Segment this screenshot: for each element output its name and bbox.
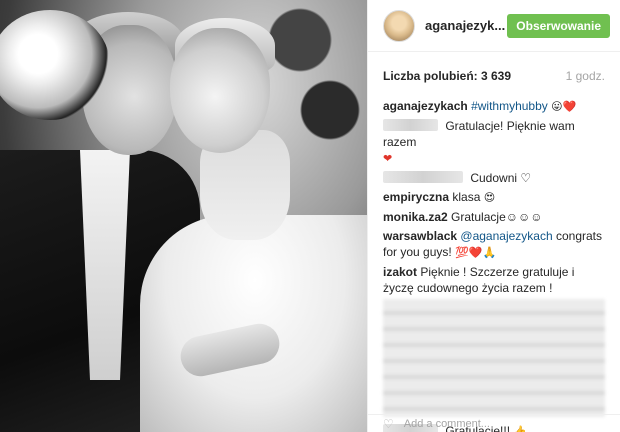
- post-header: aganajezyk... Obserwowanie: [368, 0, 620, 52]
- caption-hashtag[interactable]: #withmyhubby: [471, 99, 548, 113]
- post-stats: Liczba polubień: 3 639 1 godz.: [368, 52, 620, 93]
- avatar[interactable]: [383, 9, 415, 42]
- header-username[interactable]: aganajezyk...: [425, 18, 507, 33]
- comment-list: aganajezykach #withmyhubby 😛❤️ Gratulacj…: [368, 93, 620, 432]
- blurred-username: [383, 119, 438, 131]
- list-item: izakot Pięknie ! Szczerze gratuluje i ży…: [383, 264, 605, 296]
- follow-button[interactable]: Obserwowanie: [507, 13, 610, 38]
- comment-username[interactable]: izakot: [383, 265, 417, 279]
- like-count[interactable]: Liczba polubień: 3 639: [383, 69, 511, 83]
- comment-bar: ♡ Add a comment...: [368, 414, 620, 432]
- caption: aganajezykach #withmyhubby 😛❤️: [383, 98, 605, 115]
- comment-username[interactable]: empiryczna: [383, 190, 449, 204]
- list-item: warsawblack @aganajezykach congrats for …: [383, 228, 605, 261]
- heart-emoji: ❤: [383, 152, 393, 165]
- post-photo[interactable]: [0, 0, 367, 432]
- post-sidebar: aganajezyk... Obserwowanie Liczba polubi…: [367, 0, 620, 432]
- comment-text: Gratulacje☺☺☺: [451, 210, 543, 224]
- hundred-heart-pray-emoji: 💯❤️🙏: [455, 246, 497, 259]
- caption-username[interactable]: aganajezykach: [383, 99, 468, 113]
- photo-bride-face: [170, 28, 270, 153]
- post-time[interactable]: 1 godz.: [566, 69, 605, 83]
- comment-text: klasa: [452, 190, 481, 204]
- comment-username[interactable]: monika.za2: [383, 210, 448, 224]
- list-item: Gratulacje! Pięknie wam razem ❤: [383, 118, 605, 167]
- heart-eyes-emoji: 😍: [483, 191, 496, 204]
- caption-emoji: 😛❤️: [551, 100, 577, 113]
- blurred-username: [383, 171, 463, 183]
- comment-input[interactable]: Add a comment...: [404, 418, 490, 430]
- comment-mention[interactable]: @aganajezykach: [460, 229, 552, 243]
- list-item: Cudowni ♡: [383, 170, 605, 186]
- blurred-comments: [383, 299, 605, 417]
- comment-username[interactable]: warsawblack: [383, 229, 457, 243]
- comment-text: Cudowni ♡: [470, 171, 532, 185]
- list-item: empiryczna klasa 😍: [383, 189, 605, 206]
- list-item: monika.za2 Gratulacje☺☺☺: [383, 209, 605, 225]
- heart-outline-icon[interactable]: ♡: [383, 417, 394, 431]
